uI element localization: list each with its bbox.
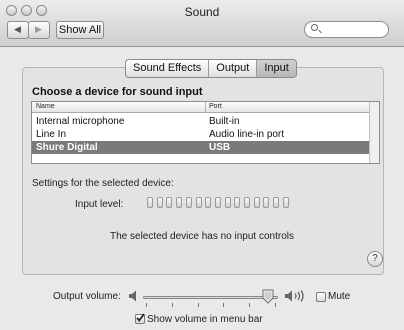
forward-arrow-icon: ▶ [35,24,42,34]
device-port: USB [209,142,231,153]
volume-tick [171,303,173,307]
speaker-high-icon[interactable] [284,289,308,303]
column-divider [205,102,206,112]
table-row-selected[interactable]: Shure Digital USB [32,141,371,154]
level-segment [166,197,173,208]
table-row[interactable]: Line In Audio line-in port [32,128,371,141]
window-title: Sound [184,5,220,19]
level-segment [244,197,250,208]
column-header-name[interactable]: Name [36,103,55,110]
table-scrollbar[interactable] [369,102,379,163]
back-arrow-icon: ◀ [14,24,21,34]
device-port: Audio line-in port [209,129,285,140]
device-name: Internal microphone [36,116,125,127]
column-header-port[interactable]: Port [209,103,222,110]
preferences-panel [22,67,384,275]
level-segment [156,197,163,208]
search-icon [311,24,318,31]
volume-tick [223,303,225,307]
settings-label: Settings for the selected device: [32,178,174,189]
volume-tick [146,303,147,307]
device-name: Shure Digital [36,142,98,153]
level-segment [185,197,192,208]
search-field[interactable] [304,21,389,38]
volume-tick [249,303,251,307]
help-icon: ? [372,253,378,264]
volume-tick [275,303,276,307]
input-level-label: Input level: [75,199,124,210]
show-volume-checkbox[interactable] [135,313,145,324]
checkmark-icon [136,313,145,322]
level-segment [273,197,280,208]
level-segment [176,197,183,208]
tab-input[interactable]: Input [256,60,296,77]
output-volume-slider[interactable] [143,296,278,299]
mute-label: Mute [328,291,351,302]
device-port: Built-in [209,116,240,127]
level-segment [147,197,153,208]
volume-tick [197,303,199,307]
show-volume-label: Show volume in menu bar [147,314,263,325]
volume-slider-knob[interactable] [262,289,274,304]
device-name: Line In [36,129,67,140]
sound-preferences-window: Sound ◀ ▶ Show All Sound Effects Output … [0,0,404,330]
no-input-controls-message: The selected device has no input control… [110,231,294,242]
level-segment [263,197,270,208]
input-level-meter [147,197,292,209]
tab-sound-effects[interactable]: Sound Effects [126,60,208,77]
level-segment [224,197,231,208]
device-table: Name Port Internal microphone Built-in L… [31,101,380,164]
level-segment [214,197,221,208]
mute-checkbox[interactable] [316,292,326,302]
tab-output[interactable]: Output [208,60,256,77]
table-row[interactable]: Internal microphone Built-in [32,115,371,128]
speaker-low-icon[interactable] [128,289,140,303]
output-volume-label: Output volume: [53,291,121,302]
show-all-button[interactable]: Show All [56,21,104,39]
tab-bar: Sound Effects Output Input [125,59,297,78]
search-input[interactable] [322,23,384,36]
table-header: Name Port [32,102,371,113]
level-segment [205,197,212,208]
device-list-heading: Choose a device for sound input [32,86,203,98]
titlebar: Sound ◀ ▶ Show All [0,0,404,47]
level-segment [282,197,289,208]
level-segment [253,197,260,208]
forward-button[interactable]: ▶ [28,21,50,39]
back-button[interactable]: ◀ [7,21,29,39]
level-segment [234,197,241,208]
help-button[interactable]: ? [367,251,383,267]
level-segment [195,197,202,208]
